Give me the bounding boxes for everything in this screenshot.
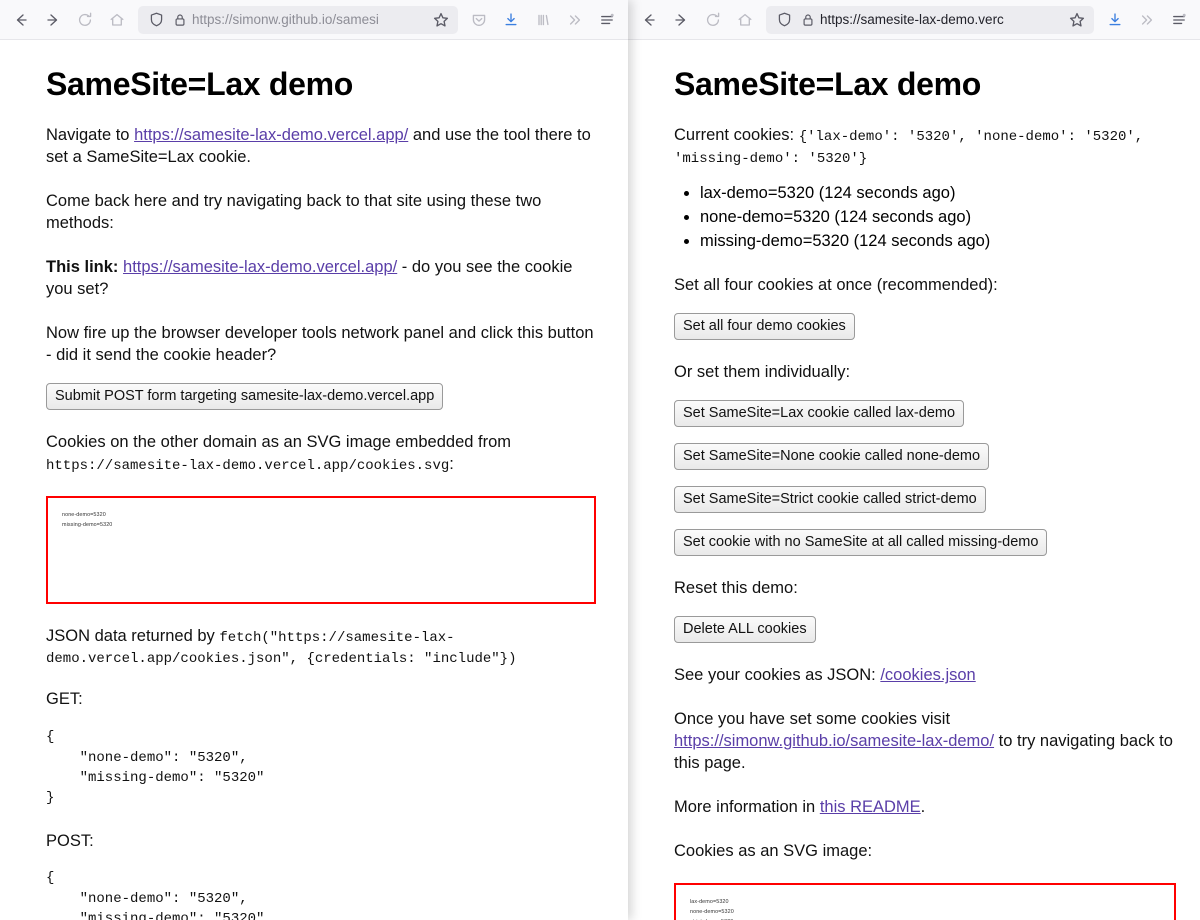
set-none-cookie-button[interactable]: Set SameSite=None cookie called none-dem… — [674, 442, 990, 470]
readme-suffix: . — [920, 798, 926, 816]
set-all-heading: Set all four cookies at once (recommende… — [674, 275, 998, 294]
app-menu-icon[interactable] — [592, 6, 622, 34]
url-text-left[interactable]: https://simonw.github.io/samesi — [192, 12, 428, 27]
list-item: lax-demo=5320 (124 seconds ago) — [700, 183, 1176, 205]
link-cookies-json[interactable]: /cookies.json — [880, 666, 975, 684]
browser-toolbar-left: https://simonw.github.io/samesi — [0, 0, 628, 40]
current-cookies-paragraph: Current cookies: {'lax-demo': '5320', 'n… — [674, 125, 1176, 169]
cookies-svg-image-left: none-demo=5320 missing-demo=5320 — [46, 495, 596, 604]
paragraph-come-back: Come back here and try navigating back t… — [46, 191, 542, 232]
set-strict-cookie-button[interactable]: Set SameSite=Strict cookie called strict… — [674, 485, 986, 514]
svg-cookie-line: none-demo=5320 — [62, 511, 106, 518]
svg-embed-url: https://samesite-lax-demo.vercel.app/coo… — [46, 457, 450, 474]
visit-prefix: Once you have set some cookies visit — [674, 710, 951, 729]
shield-icon[interactable] — [144, 11, 168, 28]
svg-cookie-line: missing-demo=5320 — [62, 521, 113, 528]
list-item: missing-demo=5320 (124 seconds ago) — [700, 231, 1176, 253]
library-icon[interactable] — [528, 6, 558, 34]
link-simonw-demo[interactable]: https://simonw.github.io/samesite-lax-de… — [674, 732, 994, 750]
set-missing-cookie-button[interactable]: Set cookie with no SameSite at all calle… — [674, 529, 1048, 557]
address-bar-right[interactable]: https://samesite-lax-demo.verc — [766, 5, 1094, 34]
forward-button[interactable] — [38, 6, 68, 34]
page-title-left: SameSite=Lax demo — [46, 66, 354, 102]
back-button[interactable] — [634, 6, 664, 34]
page-title-right: SameSite=Lax demo — [674, 66, 982, 102]
overflow-chevron-icon[interactable] — [1132, 6, 1162, 34]
cookies-svg-image-right: lax-demo=5320 none-demo=5320 strict-demo… — [674, 882, 1176, 920]
navigate-prefix: Navigate to — [46, 126, 135, 144]
address-bar-left[interactable]: https://simonw.github.io/samesi — [138, 5, 458, 34]
svg-embed-colon: : — [449, 454, 454, 473]
browser-toolbar-right: https://samesite-lax-demo.verc — [628, 0, 1200, 40]
readme-prefix: More information in — [674, 798, 820, 816]
post-label: POST: — [46, 831, 94, 850]
reload-button[interactable] — [70, 6, 100, 34]
home-button[interactable] — [730, 6, 760, 34]
reload-button[interactable] — [698, 6, 728, 34]
bookmark-star-icon[interactable] — [428, 11, 454, 29]
current-cookies-label: Current cookies: — [674, 126, 799, 144]
lock-icon[interactable] — [168, 12, 192, 28]
cookies-json-paragraph: See your cookies as JSON: /cookies.json — [674, 665, 1176, 687]
url-text-right[interactable]: https://samesite-lax-demo.verc — [820, 12, 1064, 27]
set-individually-heading: Or set them individually: — [674, 362, 851, 381]
pocket-save-icon[interactable] — [464, 6, 494, 34]
app-menu-icon[interactable] — [1164, 6, 1194, 34]
overflow-chevron-icon[interactable] — [560, 6, 590, 34]
downloads-icon[interactable] — [496, 6, 526, 34]
cookies-json-label: See your cookies as JSON: — [674, 666, 881, 685]
visit-paragraph: Once you have set some cookies visit htt… — [674, 709, 1176, 775]
reset-heading: Reset this demo: — [674, 579, 798, 598]
paragraph-svg-embed-heading: Cookies on the other domain as an SVG im… — [46, 432, 596, 476]
readme-paragraph: More information in this README. — [674, 797, 1176, 819]
browser-window-right: https://samesite-lax-demo.verc SameSite=… — [628, 0, 1200, 920]
submit-post-form-button[interactable]: Submit POST form targeting samesite-lax-… — [46, 382, 444, 410]
paragraph-devtools: Now fire up the browser developer tools … — [46, 323, 594, 364]
json-intro-text: JSON data returned by — [46, 626, 220, 645]
this-link-label: This link: — [46, 257, 119, 276]
paragraph-navigate-to: Navigate to https://samesite-lax-demo.ve… — [46, 125, 596, 169]
set-lax-cookie-button[interactable]: Set SameSite=Lax cookie called lax-demo — [674, 399, 965, 427]
lock-icon[interactable] — [796, 12, 820, 28]
post-response-body: { "none-demo": "5320", "missing-demo": "… — [46, 870, 265, 920]
page-content-left: SameSite=Lax demo Navigate to https://sa… — [0, 40, 628, 920]
get-response-body: { "none-demo": "5320", "missing-demo": "… — [46, 729, 265, 807]
link-this-readme[interactable]: this README — [820, 798, 921, 816]
svg-embed-text: Cookies on the other domain as an SVG im… — [46, 432, 512, 451]
shield-icon[interactable] — [772, 11, 796, 28]
set-all-four-cookies-button[interactable]: Set all four demo cookies — [674, 312, 855, 340]
home-button[interactable] — [102, 6, 132, 34]
paragraph-json-intro: JSON data returned by fetch("https://sam… — [46, 626, 596, 670]
browser-window-left: https://simonw.github.io/samesi SameSite… — [0, 0, 628, 920]
cookie-list: lax-demo=5320 (124 seconds ago) none-dem… — [674, 183, 1176, 253]
page-content-right: SameSite=Lax demo Current cookies: {'lax… — [628, 40, 1200, 920]
get-label: GET: — [46, 690, 83, 709]
dual-browser-window-screenshot: https://simonw.github.io/samesi SameSite… — [0, 0, 1200, 920]
bookmark-star-icon[interactable] — [1064, 11, 1090, 29]
link-vercel-app-2[interactable]: https://samesite-lax-demo.vercel.app/ — [123, 258, 397, 276]
paragraph-this-link: This link: https://samesite-lax-demo.ver… — [46, 257, 596, 301]
back-button[interactable] — [6, 6, 36, 34]
svg-cookie-line: none-demo=5320 — [690, 908, 734, 915]
svg-cookie-line: lax-demo=5320 — [690, 898, 729, 905]
downloads-icon[interactable] — [1100, 6, 1130, 34]
svg-image-heading: Cookies as an SVG image: — [674, 841, 873, 860]
link-vercel-app-1[interactable]: https://samesite-lax-demo.vercel.app/ — [134, 126, 408, 144]
list-item: none-demo=5320 (124 seconds ago) — [700, 207, 1176, 229]
delete-all-cookies-button[interactable]: Delete ALL cookies — [674, 616, 816, 644]
forward-button[interactable] — [666, 6, 696, 34]
